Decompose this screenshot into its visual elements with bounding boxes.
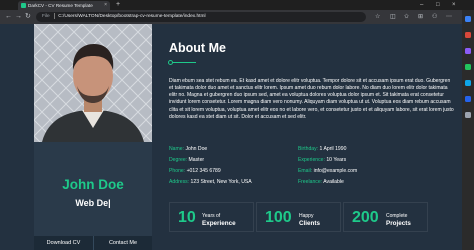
browser-nav-bar: ← → ↻ File C:/Users/WALTON/Desktop/bootst… xyxy=(0,10,474,24)
address-separator xyxy=(53,12,55,19)
favorites-icon[interactable]: ✩ xyxy=(404,10,409,24)
info-experience: Experience: 10 Years xyxy=(298,157,347,163)
contact-me-button[interactable]: Contact Me xyxy=(93,236,152,250)
stat-line1: Complete xyxy=(386,213,408,219)
extensions-icon[interactable]: ⚇ xyxy=(432,10,437,24)
profile-role-typed: Web De| xyxy=(75,198,111,208)
stat-clients: 100 Happy Clients xyxy=(256,202,341,232)
download-cv-button[interactable]: Download CV xyxy=(34,236,93,250)
window-close-icon[interactable]: × xyxy=(452,0,456,10)
office-icon[interactable] xyxy=(465,80,471,86)
stat-number: 200 xyxy=(352,209,379,226)
reload-icon[interactable]: ↻ xyxy=(25,10,31,24)
stat-projects: 200 Complete Projects xyxy=(343,202,428,232)
back-icon[interactable]: ← xyxy=(5,10,12,24)
info-address: Address: 123 Street, New York, USA xyxy=(169,179,252,185)
info-phone: Phone: +012 345 6789 xyxy=(169,168,221,174)
browser-edge-sidebar xyxy=(462,10,474,250)
add-app-icon[interactable] xyxy=(465,112,471,118)
info-email: Email: info@example.com xyxy=(298,168,358,174)
stat-line2: Clients xyxy=(299,220,320,227)
tab-title: DarkCV - CV Resume Template xyxy=(28,3,93,8)
profile-sidebar: John Doe Web De| 𝕥 f in ◎ xyxy=(34,24,152,250)
tab-close-icon[interactable]: × xyxy=(104,1,107,10)
forward-icon[interactable]: → xyxy=(15,10,22,24)
collections-icon[interactable]: ⊞ xyxy=(418,10,423,24)
info-name: Name: John Doe xyxy=(169,146,208,152)
outlook-icon[interactable] xyxy=(465,96,471,102)
info-freelance: Freelance: Available xyxy=(298,179,344,185)
info-degree: Degree: Master xyxy=(169,157,205,163)
tab-favicon-icon xyxy=(21,3,26,8)
info-birthday: Birthday: 1 April 1990 xyxy=(298,146,347,152)
stat-line1: Happy xyxy=(299,213,314,219)
shopping-icon[interactable] xyxy=(465,32,471,38)
about-title: About Me xyxy=(169,41,226,55)
about-bio: Diam ebum sea stet rebum ea. Et kasd ame… xyxy=(169,78,454,120)
stat-number: 10 xyxy=(178,209,196,226)
profile-photo xyxy=(34,24,152,142)
menu-icon[interactable]: ⋯ xyxy=(446,10,452,24)
address-url: C:/Users/WALTON/Desktop/bootstrap-cv-res… xyxy=(58,14,206,19)
profile-name: John Doe xyxy=(62,177,124,192)
new-tab-button[interactable]: + xyxy=(116,0,120,10)
tools-icon[interactable] xyxy=(465,48,471,54)
browser-tab-bar: DarkCV - CV Resume Template × + – □ × xyxy=(0,0,474,10)
search-icon[interactable] xyxy=(465,16,471,22)
stat-experience: 10 Years of Experience xyxy=(169,202,254,232)
page: John Doe Web De| 𝕥 f in ◎ Download CV Co… xyxy=(0,24,462,250)
maximize-icon[interactable]: □ xyxy=(436,0,440,10)
star-icon[interactable]: ☆ xyxy=(375,10,380,24)
split-screen-icon[interactable]: ◫ xyxy=(390,10,396,24)
stat-line2: Projects xyxy=(386,220,411,227)
browser-tab[interactable]: DarkCV - CV Resume Template × xyxy=(18,1,110,10)
title-dot xyxy=(168,60,173,65)
address-bar[interactable]: File C:/Users/WALTON/Desktop/bootstrap-cv… xyxy=(36,12,366,22)
file-scheme-label: File xyxy=(42,14,50,19)
stat-number: 100 xyxy=(265,209,292,226)
stat-line2: Experience xyxy=(202,220,236,227)
stat-line1: Years of xyxy=(202,213,221,219)
minimize-icon[interactable]: – xyxy=(420,0,423,10)
games-icon[interactable] xyxy=(465,64,471,70)
title-underline xyxy=(170,62,196,63)
